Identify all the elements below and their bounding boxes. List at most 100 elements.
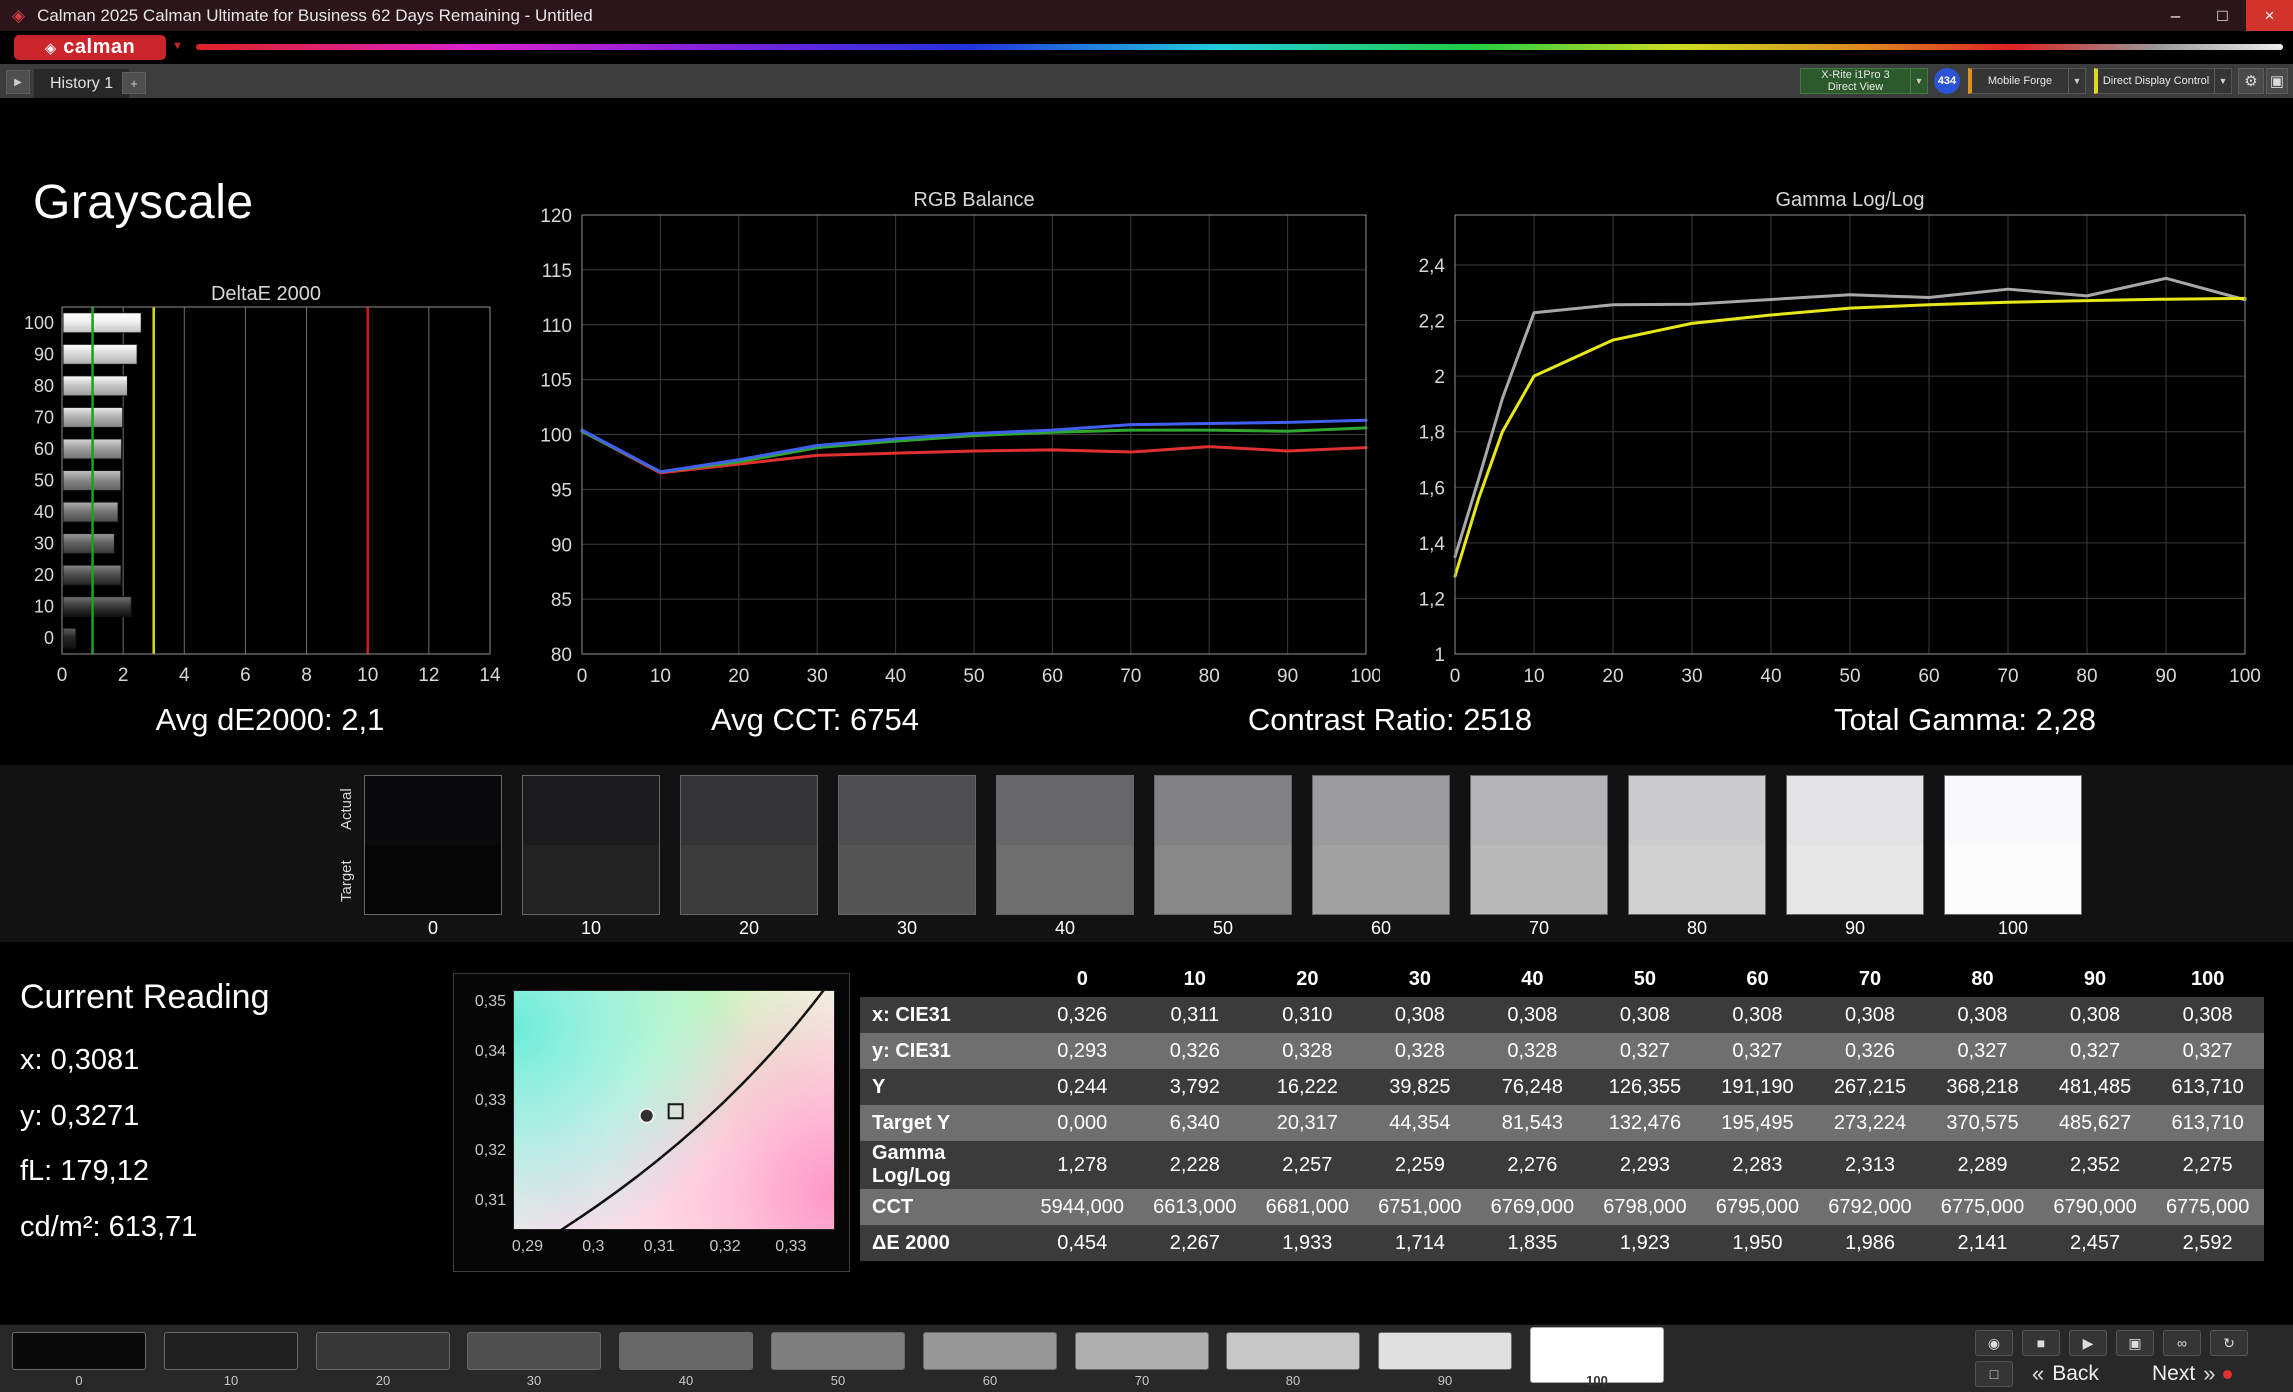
back-button[interactable]: « Back: [2032, 1359, 2099, 1389]
level-button-70[interactable]: [1075, 1332, 1209, 1370]
table-cell: 81,543: [1501, 1111, 1563, 1134]
close-button[interactable]: ×: [2246, 0, 2293, 31]
display-settings-icon[interactable]: ▣: [2266, 68, 2288, 94]
table-cell: 2,276: [1507, 1153, 1558, 1176]
add-tab-button[interactable]: +: [122, 72, 146, 94]
save-icon[interactable]: ▣: [2116, 1330, 2154, 1356]
table-cell: 0,328: [1394, 1039, 1445, 1062]
patch-actual: [1313, 776, 1449, 845]
svg-text:20: 20: [1602, 666, 1623, 687]
table-cell: 2,592: [2182, 1231, 2233, 1254]
next-button[interactable]: Next »: [2152, 1359, 2233, 1389]
minimize-button[interactable]: –: [2152, 0, 2199, 31]
chevron-down-icon[interactable]: ▼: [2068, 69, 2085, 93]
meter-icon[interactable]: ◉: [1975, 1330, 2013, 1356]
logo-menu-caret-icon[interactable]: ▼: [172, 40, 183, 52]
patch-actual: [839, 776, 975, 845]
table-cell: 0,311: [1170, 1003, 1220, 1026]
chevron-down-icon[interactable]: ▼: [1910, 69, 1927, 93]
patch-label: 20: [738, 918, 760, 938]
table-col-header: 40: [1476, 962, 1589, 997]
svg-text:90: 90: [34, 344, 54, 364]
table-cell: 5944,000: [1040, 1195, 1124, 1218]
target-row-label: Target: [338, 860, 355, 902]
table-cell: 1,950: [1732, 1231, 1783, 1254]
cie-diagram: 0,35 0,34 0,33 0,32 0,31 0,29 0,3 0,31 0,32 0,33: [453, 973, 850, 1272]
continuous-icon[interactable]: ∞: [2163, 1330, 2201, 1356]
calman-logo-button[interactable]: ◈ calman: [14, 35, 166, 60]
svg-text:95: 95: [551, 480, 572, 501]
svg-text:60: 60: [34, 439, 54, 459]
level-button-80[interactable]: [1226, 1332, 1360, 1370]
table-row: Target Y 0,000 6,340 20,317 44,354 81,543 132,…: [860, 1105, 2264, 1141]
display-control-selector[interactable]: Direct Display Control ▼: [2094, 68, 2232, 94]
tab-history-1[interactable]: History 1: [34, 69, 130, 98]
patch-target: [523, 845, 659, 914]
table-cell: 191,190: [1721, 1075, 1794, 1098]
table-cell: 195,495: [1721, 1111, 1794, 1134]
gear-icon[interactable]: ⚙: [2238, 68, 2264, 94]
svg-text:14: 14: [479, 665, 501, 686]
current-reading-y: y: 0,3271: [20, 1100, 140, 1132]
level-button-0[interactable]: [12, 1332, 146, 1370]
svg-text:1,2: 1,2: [1419, 589, 1445, 610]
table-cell: 1,835: [1507, 1231, 1558, 1254]
patch-actual: [1945, 776, 2081, 845]
svg-text:1,4: 1,4: [1419, 534, 1446, 555]
patch-actual: [1471, 776, 1607, 845]
table-cell: 0,308: [1844, 1003, 1896, 1026]
table-cell: 2,275: [2182, 1153, 2233, 1176]
svg-text:80: 80: [2076, 666, 2097, 687]
stop-icon[interactable]: ■: [2022, 1330, 2060, 1356]
level-button-label: 50: [830, 1373, 846, 1388]
table-cell: 2,457: [2070, 1231, 2121, 1254]
patch-target: [365, 845, 501, 914]
patch-actual: [1155, 776, 1291, 845]
history-expander-button[interactable]: ▶: [6, 70, 30, 94]
refresh-icon[interactable]: ↻: [2210, 1330, 2248, 1356]
rainbow-divider: [196, 44, 2283, 50]
table-cell: 1,933: [1282, 1231, 1333, 1254]
table-cell: 0,293: [1057, 1039, 1108, 1062]
svg-text:30: 30: [1681, 666, 1702, 687]
table-cell: 6795,000: [1715, 1195, 1800, 1218]
maximize-button[interactable]: □: [2199, 0, 2246, 31]
level-button-30[interactable]: [467, 1332, 601, 1370]
cie-x-tick: 0,3: [582, 1238, 605, 1255]
table-cell: 0,310: [1282, 1003, 1333, 1026]
cie-x-tick: 0,31: [643, 1238, 675, 1255]
level-button-40[interactable]: [619, 1332, 753, 1370]
svg-text:20: 20: [34, 565, 54, 585]
level-button-60[interactable]: [923, 1332, 1057, 1370]
chevron-down-icon[interactable]: ▼: [2214, 69, 2231, 93]
patch-label: 80: [1686, 918, 1708, 938]
source-selector[interactable]: Mobile Forge ▼: [1968, 68, 2086, 94]
level-button-10[interactable]: [164, 1332, 298, 1370]
table-cell: 2,352: [2070, 1153, 2121, 1176]
table-cell: 0,327: [2070, 1039, 2121, 1062]
level-button-50[interactable]: [771, 1332, 905, 1370]
svg-text:40: 40: [1760, 666, 1781, 687]
level-button-90[interactable]: [1378, 1332, 1512, 1370]
table-row-label: y: CIE31: [872, 1039, 951, 1062]
grayscale-patch-40: [996, 775, 1134, 915]
cie-y-tick: 0,35: [474, 992, 506, 1010]
table-row-label: CCT: [872, 1195, 914, 1218]
meter-selector[interactable]: X-Rite i1Pro 3 Direct View ▼: [1800, 68, 1928, 94]
pattern-window-button[interactable]: □: [1975, 1361, 2013, 1387]
level-button-label: 20: [375, 1373, 391, 1388]
measured-point: [638, 1107, 655, 1124]
patch-actual: [523, 776, 659, 845]
play-icon[interactable]: ▶: [2069, 1330, 2107, 1356]
svg-text:80: 80: [551, 645, 572, 666]
calman-logo-text: calman: [63, 36, 136, 58]
avg-de2000-stat: Avg dE2000: 2,1: [155, 702, 385, 737]
patch-label: 70: [1528, 918, 1550, 938]
table-cell: 613,710: [2171, 1111, 2244, 1134]
patch-label: 50: [1212, 918, 1234, 938]
patch-label: 0: [427, 918, 438, 938]
table-cell: 0,326: [1057, 1003, 1108, 1026]
level-button-20[interactable]: [316, 1332, 450, 1370]
table-cell: 6775,000: [2165, 1195, 2250, 1218]
meter-count-badge[interactable]: 434: [1934, 68, 1960, 94]
